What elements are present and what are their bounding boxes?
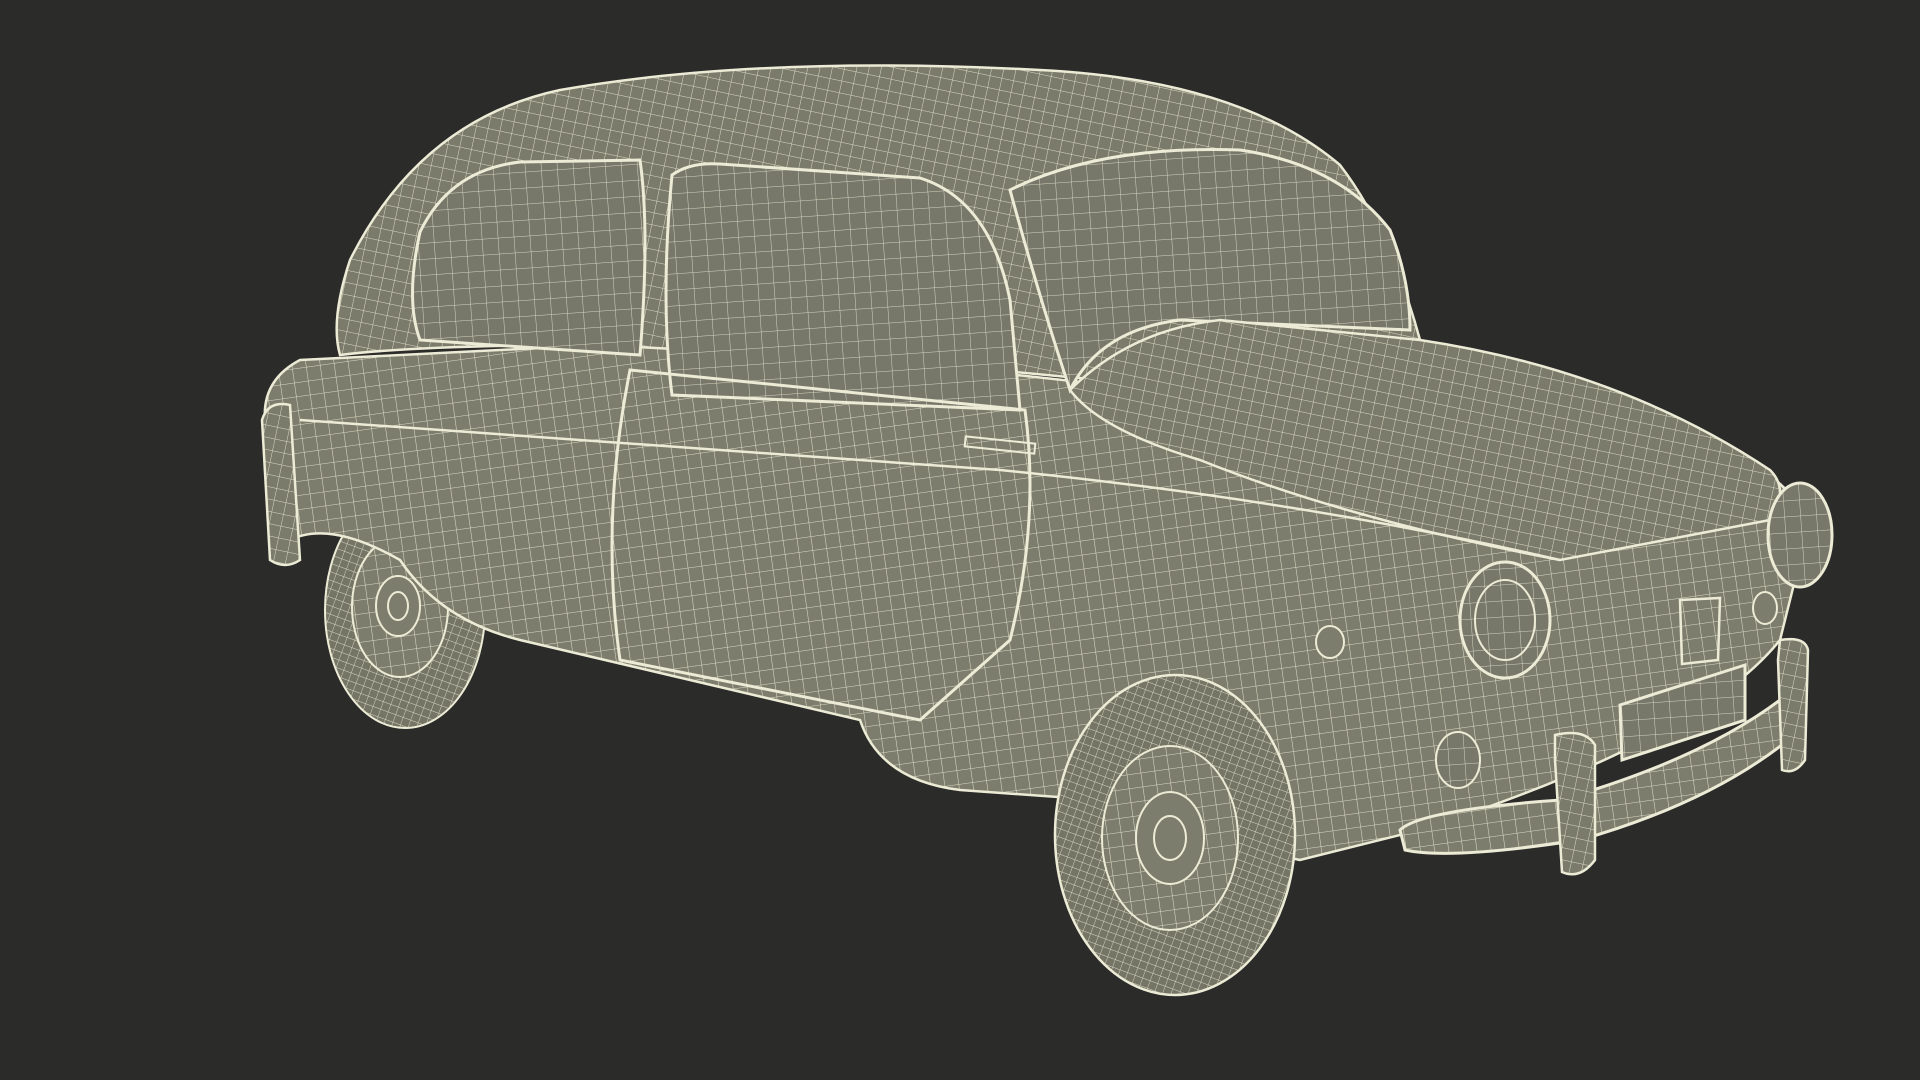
headlight-left (1458, 560, 1552, 680)
fog-light (1435, 731, 1481, 789)
wireframe-render (260, 64, 1834, 997)
3d-viewport (0, 0, 1920, 1080)
side-indicator (1315, 625, 1345, 659)
bumper-guard-left (1553, 731, 1597, 876)
front-wheel (1053, 673, 1297, 997)
bumper-guard-right (1776, 637, 1810, 773)
headlight-right (1766, 481, 1834, 589)
fog-light-right (1752, 591, 1778, 625)
